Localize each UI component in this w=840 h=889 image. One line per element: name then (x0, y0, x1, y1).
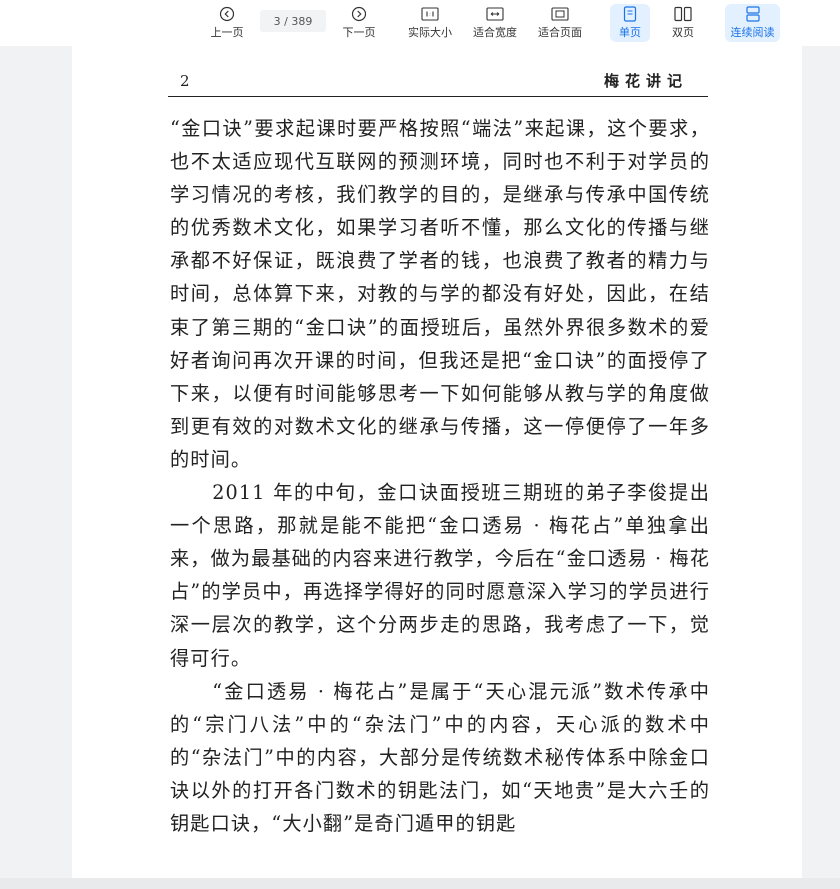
continuous-reading-icon (745, 5, 761, 23)
actual-size-icon (421, 5, 439, 23)
next-page-button[interactable]: 下一页 (338, 4, 380, 42)
fit-width-label: 适合宽度 (473, 26, 517, 39)
book-title: 梅花讲记 (603, 72, 688, 90)
paragraph: “金口透易 · 梅花占”是属于“天心混元派”数术传承中的“宗门八法”中的“杂法门… (170, 679, 710, 835)
fit-page-label: 适合页面 (538, 26, 582, 39)
document-page: 2 梅花讲记 “金口诀”要求起课时要严格按照“端法”来起课，这个要求，也不太适应… (72, 46, 802, 889)
continuous-reading-label: 连续阅读 (730, 26, 775, 39)
next-page-label: 下一页 (342, 26, 376, 39)
fit-page-button[interactable]: 适合页面 (534, 4, 586, 42)
bottom-scroll-strip (0, 878, 840, 889)
single-page-label: 单页 (619, 26, 641, 39)
double-page-label: 双页 (672, 26, 694, 39)
chevron-right-circle-icon (351, 5, 367, 23)
page-number: 2 (180, 72, 190, 90)
continuous-reading-button[interactable]: 连续阅读 (725, 4, 780, 42)
fit-width-button[interactable]: 适合宽度 (469, 4, 521, 42)
fit-page-icon (551, 5, 569, 23)
page-indicator: 3 / 389 (273, 14, 313, 28)
paragraph: 2011 年的中旬，金口诀面授班三期班的弟子李俊提出一个思路，那就是能不能把“金… (170, 481, 710, 670)
double-page-button[interactable]: 双页 (663, 4, 703, 42)
prev-page-button[interactable]: 上一页 (206, 4, 248, 42)
body-text: “金口诀”要求起课时要严格按照“端法”来起课，这个要求，也不太适应现代互联网的预… (170, 112, 710, 840)
prev-page-label: 上一页 (210, 26, 244, 39)
running-header: 2 梅花讲记 (168, 68, 708, 97)
viewer-toolbar: 上一页 3 / 389 下一页 实际大小 适合宽度 适合页面 单页 双页 连续阅… (0, 0, 840, 46)
double-page-icon (674, 5, 692, 23)
page-number-input[interactable]: 3 / 389 (260, 10, 326, 32)
actual-size-label: 实际大小 (408, 26, 452, 39)
actual-size-button[interactable]: 实际大小 (404, 4, 456, 42)
paragraph: “金口诀”要求起课时要严格按照“端法”来起课，这个要求，也不太适应现代互联网的预… (170, 117, 710, 471)
fit-width-icon (486, 5, 504, 23)
single-page-icon (623, 5, 637, 23)
chevron-left-circle-icon (219, 5, 235, 23)
single-page-button[interactable]: 单页 (610, 4, 650, 42)
